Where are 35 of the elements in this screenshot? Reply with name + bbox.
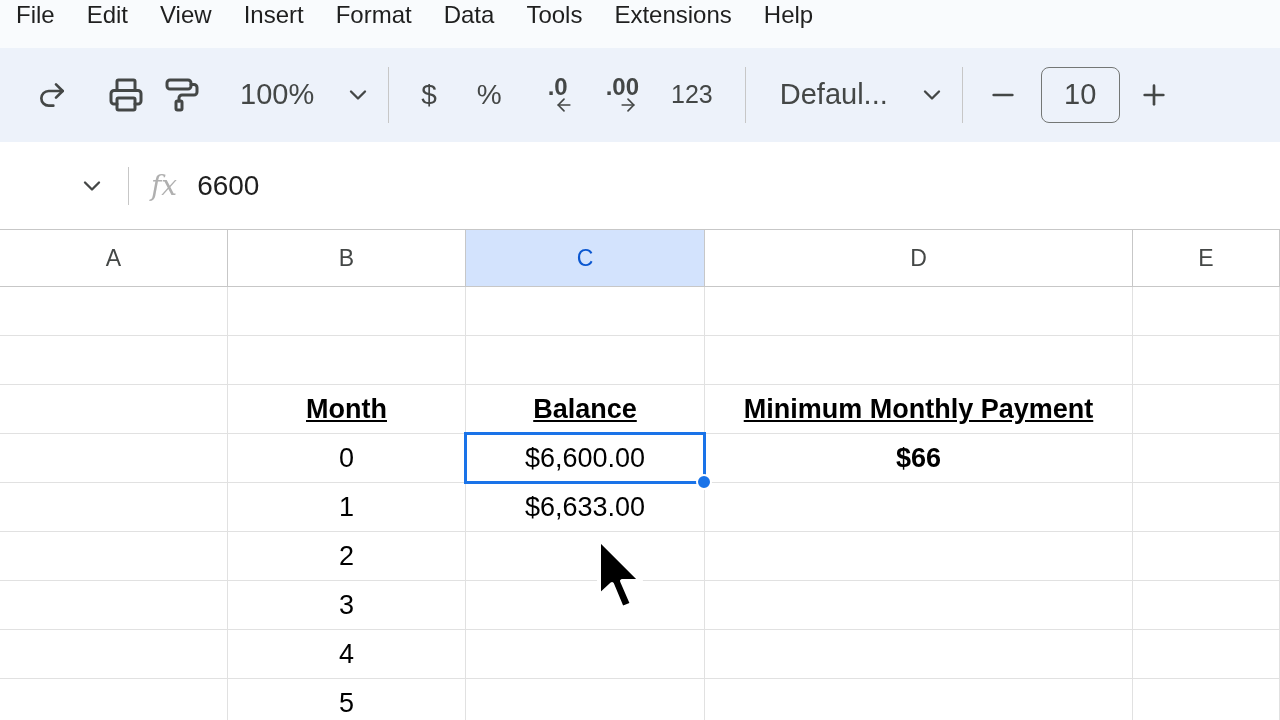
paint-roller-icon[interactable] — [164, 77, 200, 113]
menu-item[interactable]: File — [0, 0, 71, 30]
cell-text: Balance — [533, 392, 637, 426]
currency-format-button[interactable]: $ — [421, 74, 437, 116]
cell-text: Month — [306, 392, 387, 426]
cell-text: 1 — [339, 490, 354, 524]
menu-item[interactable]: Data — [427, 0, 511, 30]
cell-text: $6,600.00 — [524, 441, 646, 475]
cell-text: 5 — [339, 686, 354, 720]
column-header[interactable]: C — [466, 230, 705, 286]
increase-decimal-button[interactable]: .00 — [605, 75, 640, 115]
menu-item[interactable]: Insert — [227, 0, 320, 30]
decrease-decimal-button[interactable]: .0 — [541, 75, 574, 115]
percent-format-button[interactable]: % — [476, 74, 502, 116]
cell-text: 2 — [339, 539, 354, 573]
menu-item[interactable]: Tools — [510, 0, 599, 30]
number-format-button[interactable]: 123 — [671, 76, 713, 114]
font-select[interactable]: Defaul... — [779, 73, 888, 117]
print-icon[interactable] — [108, 77, 144, 113]
menu-item[interactable]: Edit — [70, 0, 145, 30]
fill-handle[interactable] — [696, 474, 712, 490]
menu-item[interactable]: Extensions — [598, 0, 748, 30]
zoom-select[interactable]: 100% — [240, 73, 315, 117]
cell-text: $6,633.00 — [524, 490, 646, 524]
cell-text: 3 — [339, 588, 354, 622]
formula-input[interactable]: 6600 — [197, 164, 260, 207]
cell-text: 0 — [339, 441, 354, 475]
cell-text: $66 — [895, 441, 942, 475]
menu-item[interactable]: View — [144, 0, 228, 30]
fx-label: fx — [151, 167, 178, 204]
menu-item[interactable]: Help — [747, 0, 830, 30]
cell-text: Minimum Monthly Payment — [743, 392, 1094, 426]
font-size-field[interactable]: 10 — [1040, 67, 1120, 123]
cell-text: 4 — [339, 637, 354, 671]
menu-item[interactable]: Format — [319, 0, 428, 30]
